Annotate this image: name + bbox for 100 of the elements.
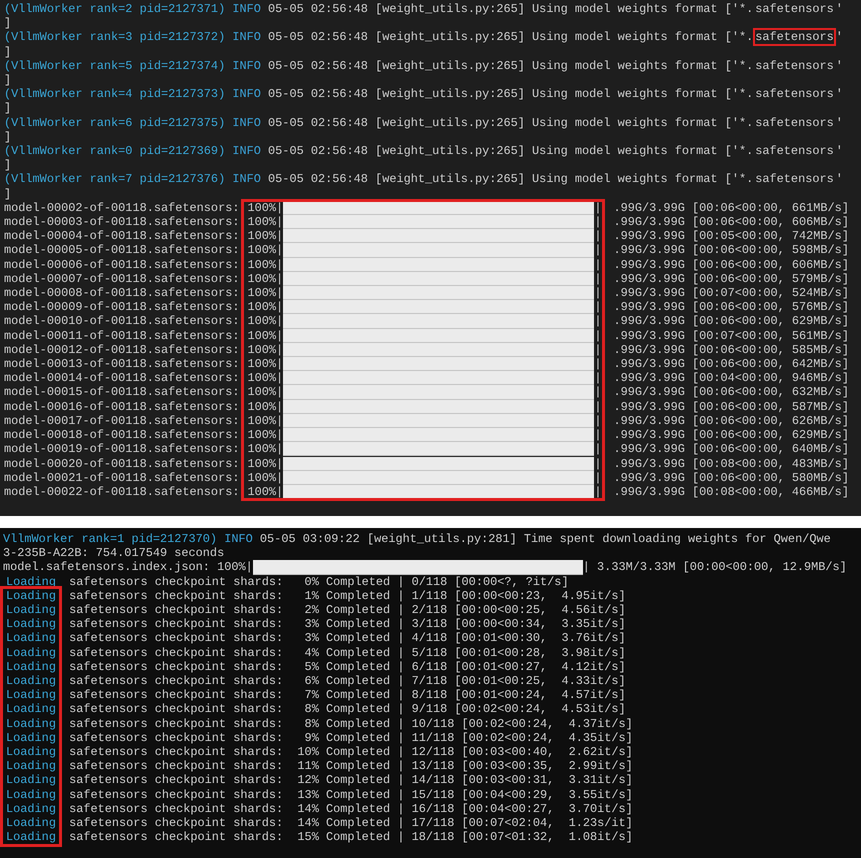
file-name: model-00005-of-00118.safetensors: bbox=[4, 243, 240, 258]
file-name: model-00002-of-00118.safetensors: bbox=[4, 200, 240, 216]
bar-end: | bbox=[594, 300, 602, 314]
bar-end: | bbox=[594, 414, 602, 428]
file-name: model-00012-of-00118.safetensors: bbox=[4, 342, 240, 358]
closing-bracket: ] bbox=[4, 16, 12, 30]
percent-label: 100%| bbox=[247, 215, 284, 230]
file-name: model-00006-of-00118.safetensors: bbox=[4, 258, 240, 272]
log-level: INFO bbox=[232, 30, 261, 44]
transfer-stats: .99G/3.99G [00:06<00:00, 580MB/s] bbox=[612, 470, 850, 485]
percent-label: 100%| bbox=[247, 442, 284, 456]
log-level: INFO bbox=[232, 172, 261, 186]
loading-label: Loading bbox=[0, 617, 62, 632]
transfer-stats: .99G/3.99G [00:05<00:00, 742MB/s] bbox=[612, 229, 850, 244]
percent-label: 100%| bbox=[247, 428, 284, 442]
transfer-stats: .99G/3.99G [00:06<00:00, 626MB/s] bbox=[612, 414, 850, 428]
loading-label: Loading bbox=[0, 745, 62, 760]
loading-label: Loading bbox=[0, 802, 62, 816]
progress-message: safetensors checkpoint shards: 14% Completed | 16/118 [00:04<00:27, 3.70it/s] bbox=[68, 802, 634, 816]
progress-message: safetensors checkpoint shards: 8% Completed | 10/118 [00:02<00:24, 4.37it/s] bbox=[68, 716, 634, 731]
bar-end: | bbox=[594, 484, 602, 500]
file-name: model-00004-of-00118.safetensors: bbox=[4, 229, 240, 244]
progress-message: safetensors checkpoint shards: 14% Completed | 17/118 [00:07<02:04, 1.23s/it] bbox=[68, 816, 634, 830]
percent-label: 100%| bbox=[247, 328, 284, 343]
loading-label: Loading bbox=[0, 830, 62, 848]
percent-label: 100%| bbox=[247, 258, 284, 272]
progress-message: safetensors checkpoint shards: 8% Completed | 9/118 [00:02<00:24, 4.53it/s] bbox=[68, 702, 627, 717]
closing-bracket: ] bbox=[4, 186, 12, 201]
progress-message: safetensors checkpoint shards: 3% Completed | 3/118 [00:00<00:34, 3.35it/s] bbox=[68, 617, 627, 632]
progress-message: safetensors checkpoint shards: 6% Completed | 7/118 [00:01<00:25, 4.33it/s] bbox=[68, 674, 627, 688]
log-message: 3-235B-A22B: 754.017549 seconds bbox=[3, 546, 224, 560]
percent-label: 100%| bbox=[247, 357, 284, 372]
loading-label: Loading bbox=[0, 702, 62, 717]
bar-end: | bbox=[594, 428, 602, 442]
file-name: model-00019-of-00118.safetensors: bbox=[4, 442, 240, 456]
quote-mark: ' bbox=[836, 87, 843, 102]
file-name: model-00022-of-00118.safetensors: bbox=[4, 484, 240, 500]
bar-end: | bbox=[582, 560, 590, 575]
progress-message: safetensors checkpoint shards: 9% Completed | 11/118 [00:02<00:24, 4.35it/s] bbox=[68, 730, 634, 746]
log-level: INFO bbox=[224, 532, 253, 546]
transfer-stats: .99G/3.99G [00:06<00:00, 629MB/s] bbox=[612, 428, 850, 442]
worker-label: (VllmWorker rank=6 pid=2127375) bbox=[4, 116, 226, 130]
transfer-stats: .99G/3.99G [00:08<00:00, 466MB/s] bbox=[612, 484, 850, 500]
file-name: model-00003-of-00118.safetensors: bbox=[4, 215, 240, 230]
format-pattern: safetensors bbox=[754, 114, 835, 132]
log-message: 05-05 02:56:48 [weight_utils.py:265] Using model weights format ['*. bbox=[268, 87, 754, 102]
percent-label: 100%| bbox=[247, 314, 284, 329]
transfer-stats: 3.33M/3.33M [00:00<00:00, 12.9MB/s] bbox=[596, 560, 847, 575]
bar-end: | bbox=[594, 272, 602, 286]
format-pattern: safetensors bbox=[754, 171, 835, 188]
bar-end: | bbox=[594, 200, 602, 216]
progress-message: safetensors checkpoint shards: 1% Completed | 1/118 [00:00<00:23, 4.95it/s] bbox=[68, 588, 627, 604]
progress-message: safetensors checkpoint shards: 11% Completed | 13/118 [00:03<00:35, 2.99it/s] bbox=[68, 759, 634, 774]
loading-label: Loading bbox=[0, 674, 62, 688]
log-message: 05-05 02:56:48 [weight_utils.py:265] Using model weights format ['*. bbox=[268, 2, 754, 16]
format-pattern: safetensors bbox=[754, 143, 835, 160]
transfer-stats: .99G/3.99G [00:07<00:00, 561MB/s] bbox=[612, 328, 850, 343]
transfer-stats: .99G/3.99G [00:06<00:00, 629MB/s] bbox=[612, 314, 850, 329]
log-level: INFO bbox=[232, 116, 261, 130]
loading-label: Loading bbox=[0, 759, 62, 774]
loading-label: Loading bbox=[0, 660, 62, 674]
loading-label: Loading bbox=[0, 788, 62, 802]
worker-label: (VllmWorker rank=5 pid=2127374) bbox=[4, 58, 226, 73]
progress-message: safetensors checkpoint shards: 10% Completed | 12/118 [00:03<00:40, 2.62it/s] bbox=[68, 745, 634, 760]
bar-end: | bbox=[594, 215, 602, 230]
percent-label: 100%| bbox=[247, 371, 284, 386]
transfer-stats: .99G/3.99G [00:06<00:00, 606MB/s] bbox=[612, 258, 850, 272]
log-message: 05-05 02:56:48 [weight_utils.py:265] Using model weights format ['*. bbox=[268, 172, 754, 186]
format-pattern: safetensors bbox=[754, 86, 835, 104]
transfer-stats: .99G/3.99G [00:06<00:00, 640MB/s] bbox=[612, 442, 850, 456]
bar-end: | bbox=[594, 328, 602, 343]
transfer-stats: .99G/3.99G [00:06<00:00, 587MB/s] bbox=[612, 400, 850, 414]
percent-label: 100%| bbox=[247, 484, 284, 500]
file-name: model-00017-of-00118.safetensors: bbox=[4, 414, 240, 428]
log-level: INFO bbox=[232, 58, 261, 73]
file-name: model-00008-of-00118.safetensors: bbox=[4, 286, 240, 300]
bar-end: | bbox=[594, 314, 602, 329]
loading-label: Loading bbox=[0, 688, 62, 702]
transfer-stats: .99G/3.99G [00:06<00:00, 661MB/s] bbox=[612, 200, 850, 216]
loading-label: Loading bbox=[0, 773, 62, 788]
loading-label: Loading bbox=[0, 646, 62, 660]
worker-label: (VllmWorker rank=2 pid=2127371) bbox=[4, 2, 226, 16]
percent-label: 100%| bbox=[247, 414, 284, 428]
closing-bracket: ] bbox=[4, 158, 12, 172]
transfer-stats: .99G/3.99G [00:06<00:00, 606MB/s] bbox=[612, 215, 850, 230]
loading-label: Loading bbox=[0, 631, 62, 646]
progress-message: safetensors checkpoint shards: 12% Completed | 14/118 [00:03<00:31, 3.31it/s] bbox=[68, 773, 634, 788]
percent-label: 100%| bbox=[217, 560, 253, 575]
loading-label: Loading bbox=[0, 730, 62, 746]
percent-label: 100%| bbox=[247, 243, 284, 258]
transfer-stats: .99G/3.99G [00:06<00:00, 642MB/s] bbox=[612, 357, 850, 372]
quote-mark: ' bbox=[836, 116, 843, 130]
closing-bracket: ] bbox=[4, 44, 12, 59]
format-pattern: safetensors bbox=[754, 58, 835, 75]
file-name: model.safetensors.index.json: bbox=[3, 560, 211, 575]
format-pattern: safetensors bbox=[754, 1, 835, 18]
log-message: 05-05 02:56:48 [weight_utils.py:265] Using model weights format ['*. bbox=[268, 144, 754, 158]
bar-end: | bbox=[594, 400, 602, 414]
file-name: model-00018-of-00118.safetensors: bbox=[4, 428, 240, 442]
percent-label: 100%| bbox=[247, 300, 284, 314]
